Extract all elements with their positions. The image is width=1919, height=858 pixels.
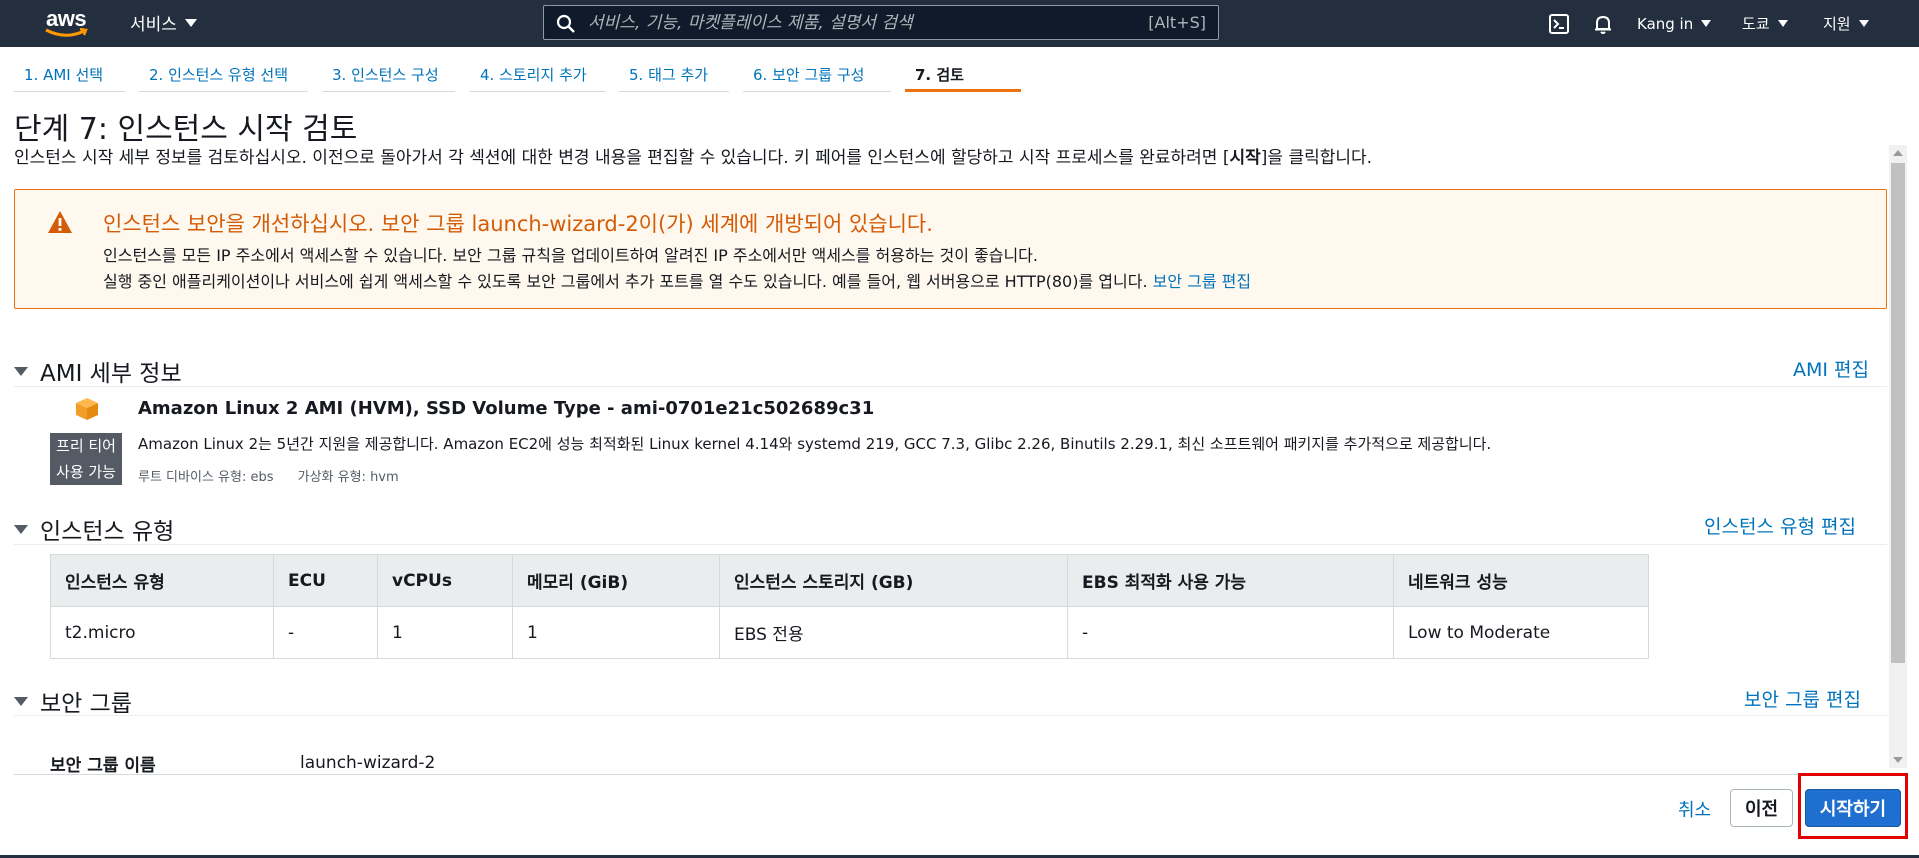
previous-button[interactable]: 이전 — [1730, 789, 1793, 827]
launch-button[interactable]: 시작하기 — [1805, 789, 1901, 827]
section-divider — [14, 544, 1887, 545]
table-header-row: 인스턴스 유형 ECU vCPUs 메모리 (GiB) 인스턴스 스토리지 (G… — [50, 554, 1649, 607]
edit-security-group-link[interactable]: 보안 그룹 편집 — [1153, 272, 1252, 291]
step-add-tags[interactable]: 5. 태그 추가 — [619, 58, 729, 92]
services-label: 서비스 — [130, 15, 177, 35]
bell-icon — [1595, 15, 1611, 34]
warning-icon — [48, 211, 72, 233]
warning-title: 인스턴스 보안을 개선하십시오. 보안 그룹 launch-wizard-2이(… — [103, 212, 933, 236]
table-cell: EBS 전용 — [719, 606, 1068, 659]
free-tier-badge-line-2: 사용 가능 — [56, 463, 116, 481]
table-cell: t2.micro — [50, 606, 274, 659]
collapse-triangle-icon — [14, 696, 28, 706]
step-choose-ami[interactable]: 1. AMI 선택 — [14, 58, 125, 92]
step-configure-instance[interactable]: 3. 인스턴스 구성 — [322, 58, 455, 92]
security-group-name-label: 보안 그룹 이름 — [50, 756, 156, 776]
security-warning-alert: 인스턴스 보안을 개선하십시오. 보안 그룹 launch-wizard-2이(… — [14, 189, 1887, 309]
ami-name: Amazon Linux 2 AMI (HVM), SSD Volume Typ… — [138, 398, 875, 419]
column-header: EBS 최적화 사용 가능 — [1067, 554, 1394, 607]
region-menu[interactable]: 도쿄 — [1742, 13, 1788, 34]
ami-details-heading: AMI 세부 정보 — [40, 361, 182, 387]
table-cell: 1 — [512, 606, 720, 659]
table-cell: Low to Moderate — [1393, 606, 1649, 659]
security-group-section-toggle[interactable]: 보안 그룹 — [14, 684, 132, 718]
column-header: 인스턴스 스토리지 (GB) — [719, 554, 1068, 607]
services-menu[interactable]: 서비스 — [130, 10, 197, 35]
ami-meta: 루트 디바이스 유형: ebs 가상화 유형: hvm — [138, 466, 419, 485]
step-add-storage[interactable]: 4. 스토리지 추가 — [470, 58, 606, 92]
instance-type-heading: 인스턴스 유형 — [40, 519, 175, 545]
edit-ami-link[interactable]: AMI 편집 — [1793, 355, 1869, 382]
ami-description: Amazon Linux 2는 5년간 지원을 제공합니다. Amazon EC… — [138, 435, 1492, 453]
search-input[interactable] — [586, 10, 1106, 35]
subtitle-text-before: 인스턴스 시작 세부 정보를 검토하십시오. 이전으로 돌아가서 각 섹션에 대… — [14, 148, 1230, 168]
column-header: ECU — [273, 554, 378, 607]
search-box[interactable]: [Alt+S] — [543, 5, 1219, 40]
edit-security-group-section-link[interactable]: 보안 그룹 편집 — [1744, 685, 1861, 712]
footer-divider — [14, 774, 1889, 775]
cloudshell-button[interactable] — [1548, 0, 1570, 47]
collapse-triangle-icon — [14, 524, 28, 534]
column-header: 네트워크 성능 — [1393, 554, 1649, 607]
column-header: 인스턴스 유형 — [50, 554, 274, 607]
free-tier-badge: 프리 티어 사용 가능 — [50, 433, 122, 485]
ami-cube-icon — [76, 398, 98, 420]
search-shortcut-hint: [Alt+S] — [1148, 13, 1206, 32]
step-choose-instance-type[interactable]: 2. 인스턴스 유형 선택 — [139, 58, 308, 92]
security-group-heading: 보안 그룹 — [40, 691, 132, 717]
root-device-type: 루트 디바이스 유형: ebs — [138, 470, 274, 485]
security-group-name-value: launch-wizard-2 — [300, 753, 436, 773]
warning-line-1: 인스턴스를 모든 IP 주소에서 액세스할 수 있습니다. 보안 그룹 규칙을 … — [103, 246, 1038, 265]
table-cell: 1 — [377, 606, 513, 659]
edit-instance-type-link[interactable]: 인스턴스 유형 편집 — [1704, 512, 1856, 539]
top-navigation-bar: aws 서비스 [Alt+S] Kang in — [0, 0, 1919, 47]
chevron-down-icon — [184, 18, 197, 27]
account-name: Kang in — [1637, 14, 1694, 33]
search-icon — [556, 14, 575, 33]
step-configure-security-group[interactable]: 6. 보안 그룹 구성 — [743, 58, 891, 92]
virtualization-type: 가상화 유형: hvm — [297, 470, 399, 485]
ami-details-section-toggle[interactable]: AMI 세부 정보 — [14, 354, 182, 388]
scroll-down-arrow-icon[interactable] — [1893, 757, 1903, 763]
scroll-up-arrow-icon[interactable] — [1893, 150, 1903, 156]
chevron-down-icon — [1777, 20, 1788, 27]
table-cell: - — [1067, 606, 1394, 659]
subtitle-text-after: ]을 클릭합니다. — [1260, 148, 1373, 168]
column-header: vCPUs — [377, 554, 513, 607]
section-divider — [14, 386, 1887, 387]
subtitle-launch-keyword: 시작 — [1229, 148, 1261, 168]
instance-type-section-toggle[interactable]: 인스턴스 유형 — [14, 512, 174, 546]
vertical-scrollbar[interactable] — [1889, 145, 1907, 768]
account-menu[interactable]: Kang in — [1637, 14, 1712, 33]
chevron-down-icon — [1701, 20, 1712, 27]
table-cell: - — [273, 606, 378, 659]
instance-type-table: 인스턴스 유형 ECU vCPUs 메모리 (GiB) 인스턴스 스토리지 (G… — [50, 554, 1649, 659]
aws-smile-icon — [45, 28, 88, 37]
section-divider — [14, 715, 1887, 716]
notifications-button[interactable] — [1592, 0, 1614, 47]
free-tier-badge-line-1: 프리 티어 — [56, 437, 116, 455]
support-menu[interactable]: 지원 — [1823, 13, 1869, 34]
table-row: t2.micro - 1 1 EBS 전용 - Low to Moderate — [50, 606, 1649, 659]
page-title: 단계 7: 인스턴스 시작 검토 — [14, 112, 358, 147]
warning-line-2-text: 실행 중인 애플리케이션이나 서비스에 쉽게 액세스할 수 있도록 보안 그룹에… — [103, 272, 1148, 291]
aws-logo[interactable]: aws — [40, 6, 98, 40]
chevron-down-icon — [1858, 20, 1869, 27]
region-name: 도쿄 — [1742, 15, 1770, 33]
collapse-triangle-icon — [14, 366, 28, 376]
page-subtitle: 인스턴스 시작 세부 정보를 검토하십시오. 이전으로 돌아가서 각 섹션에 대… — [14, 143, 1372, 168]
support-label: 지원 — [1823, 15, 1851, 33]
column-header: 메모리 (GiB) — [512, 554, 720, 607]
cloudshell-icon — [1549, 13, 1569, 34]
scrollbar-thumb[interactable] — [1891, 163, 1905, 663]
warning-line-2: 실행 중인 애플리케이션이나 서비스에 쉽게 액세스할 수 있도록 보안 그룹에… — [103, 268, 1251, 292]
cancel-button[interactable]: 취소 — [1678, 796, 1711, 822]
step-review[interactable]: 7. 검토 — [905, 58, 1021, 92]
